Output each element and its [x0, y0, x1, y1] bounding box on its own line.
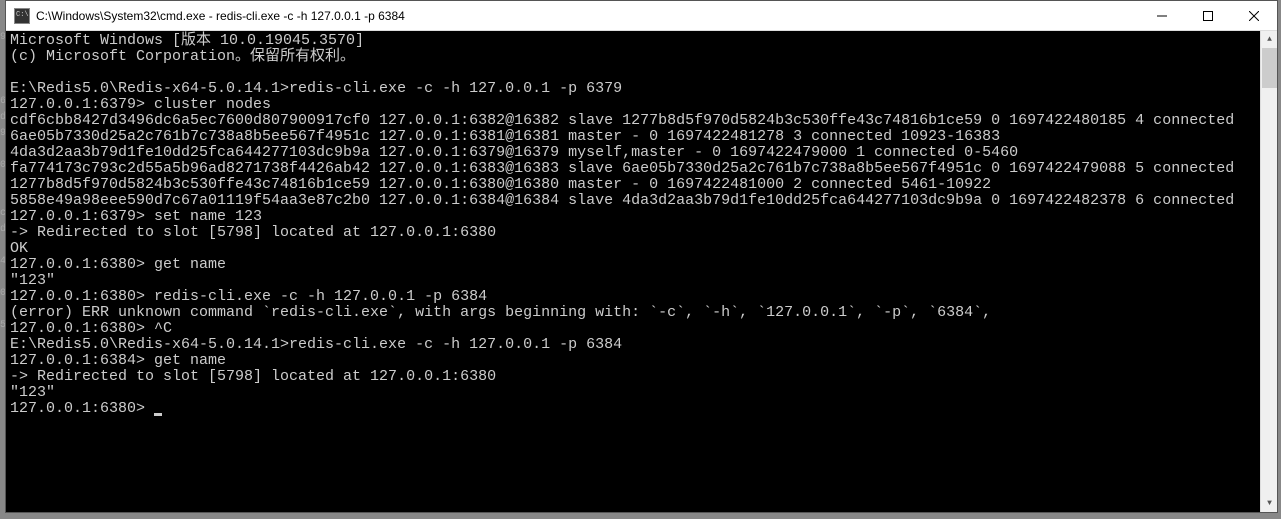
terminal-line: E:\Redis5.0\Redis-x64-5.0.14.1>redis-cli… — [10, 337, 1277, 353]
window-title: C:\Windows\System32\cmd.exe - redis-cli.… — [36, 9, 1139, 23]
terminal-line: -> Redirected to slot [5798] located at … — [10, 369, 1277, 385]
terminal-line: fa774173c793c2d55a5b96ad8271738f4426ab42… — [10, 161, 1277, 177]
scroll-down-arrow[interactable]: ▼ — [1261, 495, 1278, 512]
terminal-line: OK — [10, 241, 1277, 257]
title-bar[interactable]: C:\Windows\System32\cmd.exe - redis-cli.… — [6, 1, 1277, 31]
terminal-line: (error) ERR unknown command `redis-cli.e… — [10, 305, 1277, 321]
terminal-line: 127.0.0.1:6380> redis-cli.exe -c -h 127.… — [10, 289, 1277, 305]
terminal-line: 1277b8d5f970d5824b3c530ffe43c74816b1ce59… — [10, 177, 1277, 193]
terminal-line — [10, 65, 1277, 81]
terminal-line: 4da3d2aa3b79d1fe10dd25fca644277103dc9b9a… — [10, 145, 1277, 161]
terminal-line: cdf6cbb8427d3496dc6a5ec7600d807900917cf0… — [10, 113, 1277, 129]
terminal-line: "123" — [10, 273, 1277, 289]
terminal-line: (c) Microsoft Corporation。保留所有权利。 — [10, 49, 1277, 65]
terminal-line: 127.0.0.1:6380> ^C — [10, 321, 1277, 337]
scroll-thumb[interactable] — [1262, 48, 1277, 88]
terminal-output[interactable]: Microsoft Windows [版本 10.0.19045.3570](c… — [6, 31, 1277, 512]
cursor — [154, 413, 162, 416]
terminal-line: 5858e49a98eee590d7c67a01119f54aa3e87c2b0… — [10, 193, 1277, 209]
minimize-icon — [1157, 11, 1167, 21]
terminal-line: 127.0.0.1:6380> — [10, 401, 1277, 417]
terminal-line: 127.0.0.1:6380> get name — [10, 257, 1277, 273]
terminal-line: 127.0.0.1:6384> get name — [10, 353, 1277, 369]
vertical-scrollbar[interactable]: ▲ ▼ — [1260, 31, 1277, 512]
terminal-line: 127.0.0.1:6379> set name 123 — [10, 209, 1277, 225]
window-controls — [1139, 1, 1277, 31]
scroll-up-arrow[interactable]: ▲ — [1261, 31, 1278, 48]
cmd-window: C:\Windows\System32\cmd.exe - redis-cli.… — [5, 0, 1278, 513]
minimize-button[interactable] — [1139, 1, 1185, 31]
cmd-icon — [14, 8, 30, 24]
terminal-line: "123" — [10, 385, 1277, 401]
terminal-line: -> Redirected to slot [5798] located at … — [10, 225, 1277, 241]
terminal-line: 127.0.0.1:6379> cluster nodes — [10, 97, 1277, 113]
close-button[interactable] — [1231, 1, 1277, 31]
maximize-button[interactable] — [1185, 1, 1231, 31]
terminal-line: 6ae05b7330d25a2c761b7c738a8b5ee567f4951c… — [10, 129, 1277, 145]
maximize-icon — [1203, 11, 1213, 21]
close-icon — [1249, 11, 1259, 21]
terminal-line: Microsoft Windows [版本 10.0.19045.3570] — [10, 33, 1277, 49]
terminal-line: E:\Redis5.0\Redis-x64-5.0.14.1>redis-cli… — [10, 81, 1277, 97]
